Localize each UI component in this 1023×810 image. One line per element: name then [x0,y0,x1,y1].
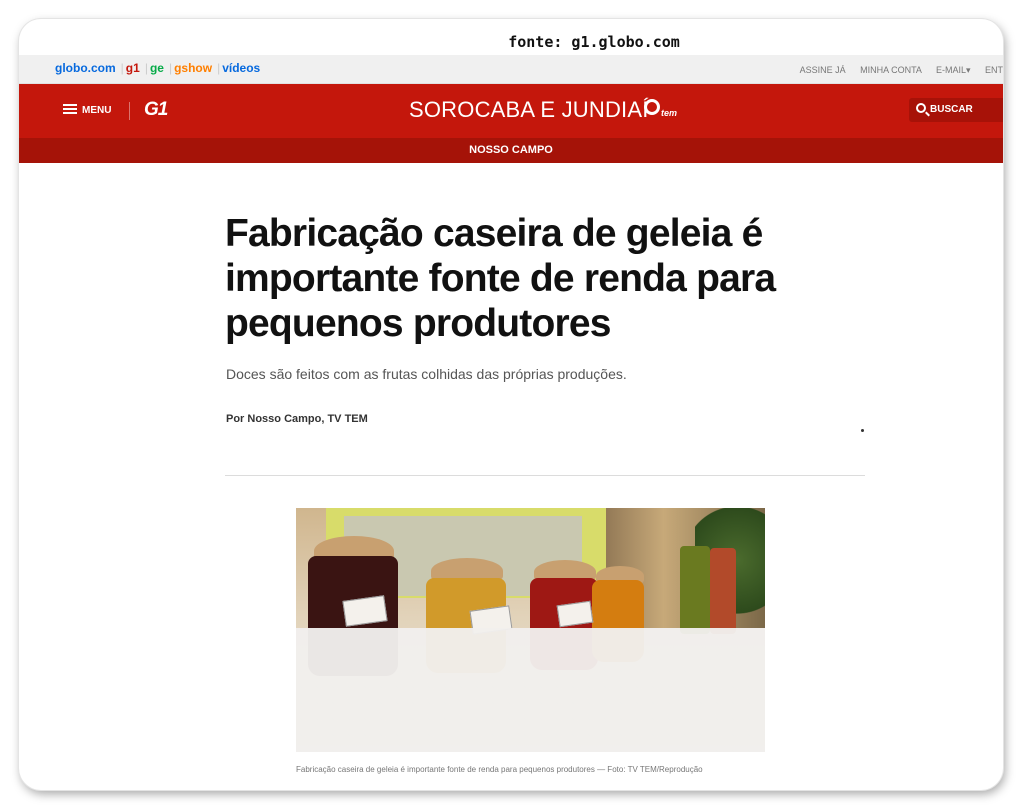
section-nav: NOSSO CAMPO [19,138,1003,163]
link-videos[interactable]: vídeos [222,61,260,75]
search-label: BUSCAR [930,104,973,115]
link-g1[interactable]: g1 [126,61,140,75]
link-my-account[interactable]: MINHA CONTA [860,65,921,75]
photo-caption: Fabricação caseira de geleia é important… [296,765,703,774]
header-divider [129,102,130,120]
separator: | [120,61,124,75]
portal-topbar: globo.com | g1 | ge | gshow | vídeos ASSINE JÁ M… [19,55,1003,84]
article-byline: Por Nosso Campo, TV TEM [226,413,368,425]
link-gshow[interactable]: gshow [174,61,212,75]
menu-label: MENU [82,105,112,116]
browser-frame: fonte: g1.globo.com globo.com | g1 | ge | gsho… [19,19,1003,790]
site-header: MENU G1 SOROCABA E JUNDIAÍ tem BUSCAR [19,84,1003,138]
user-links: ASSINE JÁ MINHA CONTA E-MAIL▾ ENT [788,65,1003,76]
section-link[interactable]: NOSSO CAMPO [469,144,553,156]
jar-label [556,600,594,628]
menu-button[interactable]: MENU [63,104,111,116]
article-title: Fabricação caseira de geleia é important… [225,212,776,345]
jar-green [680,546,710,634]
link-login[interactable]: ENT [985,65,1003,75]
separator: | [144,61,148,75]
article-photo[interactable] [296,508,765,752]
source-caption: fonte: g1.globo.com [508,33,680,51]
portal-links: globo.com | g1 | ge | gshow | vídeos [55,61,262,75]
tem-circle-icon [644,99,660,115]
link-globo[interactable]: globo.com [55,61,116,75]
link-ge[interactable]: ge [150,61,164,75]
separator: | [217,61,221,75]
search-icon [916,103,926,113]
separator: | [168,61,173,75]
link-subscribe[interactable]: ASSINE JÁ [800,65,846,75]
link-email[interactable]: E-MAIL▾ [936,65,971,75]
hamburger-icon [63,104,77,114]
article-subtitle: Doces são feitos com as frutas colhidas … [226,366,627,382]
article-divider [225,475,865,476]
photo-lace-tablecloth [296,628,765,752]
region-title[interactable]: SOROCABA E JUNDIAÍ [409,97,649,123]
g1-logo[interactable]: G1 [144,99,168,121]
search-button[interactable]: BUSCAR [909,98,1003,122]
jar-pepper [710,548,736,634]
tem-wordmark: tem [661,108,678,118]
share-icon[interactable] [861,429,864,432]
